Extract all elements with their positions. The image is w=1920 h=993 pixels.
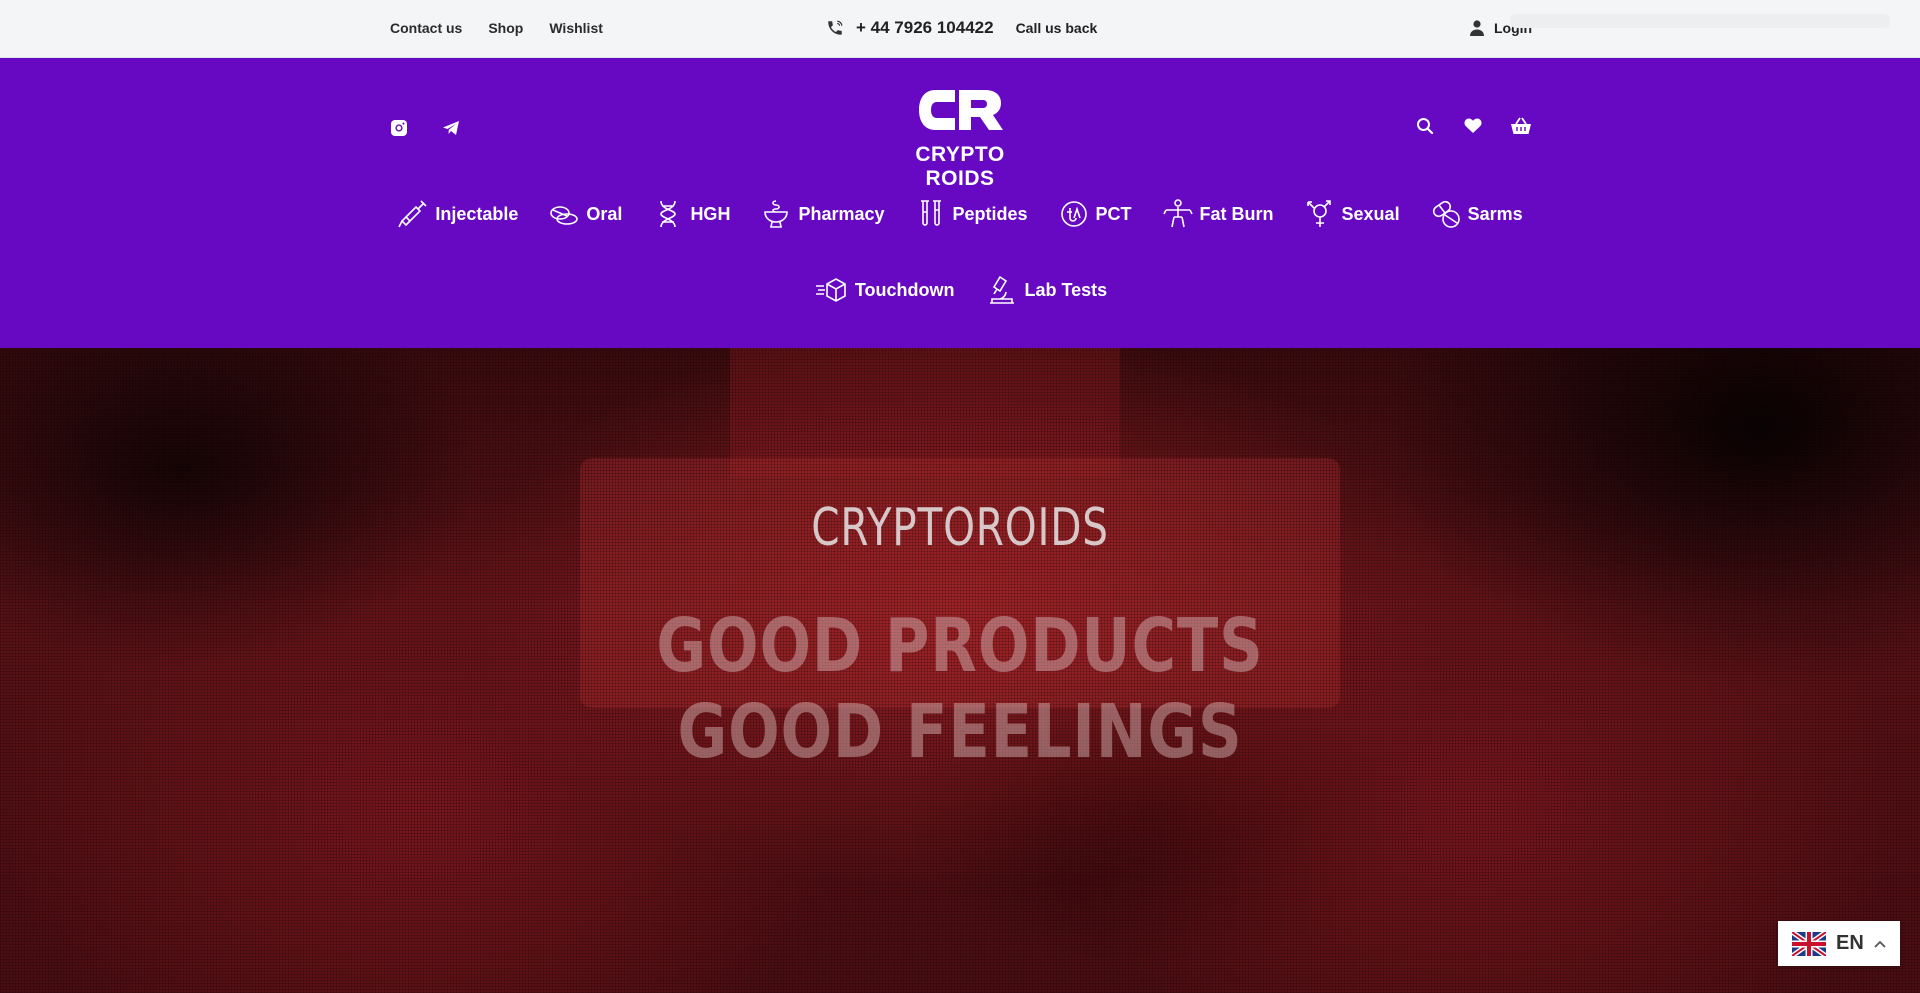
pills-icon: [550, 206, 579, 225]
nav-label: Injectable: [435, 203, 519, 224]
headline-line-2: GOOD FEELINGS: [677, 689, 1243, 775]
top-bar: Contact us Shop Wishlist + 44 7926 10442…: [0, 0, 1920, 58]
gender-icon: [1306, 200, 1331, 227]
logo-mark-icon: [919, 90, 1003, 130]
nav-item-touchdown[interactable]: Touchdown: [813, 274, 955, 306]
body-icon: [1162, 199, 1193, 228]
nav-label: Touchdown: [854, 279, 955, 300]
main-header: CRYPTO ROIDS Injectable Oral HGH Pharmac…: [0, 58, 1920, 348]
instagram-icon[interactable]: [389, 118, 409, 138]
nav-label: Pharmacy: [798, 203, 885, 224]
social-links: [389, 118, 461, 138]
phone-number[interactable]: + 44 7926 104422: [856, 18, 994, 38]
nav-label: HGH: [690, 203, 731, 224]
nav-label: Peptides: [952, 203, 1028, 224]
nav-label: Fat Burn: [1199, 203, 1274, 224]
nav-label: Sarms: [1467, 203, 1523, 224]
basket-icon[interactable]: [1511, 116, 1531, 136]
dna-icon: [660, 200, 677, 228]
nav-item-oral[interactable]: Oral: [548, 198, 622, 230]
pct-icon: [1060, 201, 1087, 227]
fast-box-icon: [815, 278, 846, 302]
category-nav: Injectable Oral HGH Pharmacy Peptides PC…: [0, 198, 1920, 230]
phone-icon: [828, 20, 843, 35]
hero-banner: CRYPTOROIDS GOOD PRODUCTS GOOD FEELINGS: [0, 348, 1920, 993]
shop-link[interactable]: Shop: [488, 20, 523, 36]
nav-item-injectable[interactable]: Injectable: [397, 198, 518, 230]
nav-item-peptides[interactable]: Peptides: [915, 198, 1028, 230]
placeholder-bar: [1510, 14, 1890, 28]
language-code: EN: [1836, 932, 1864, 954]
syringe-icon: [398, 200, 427, 228]
hero-headline: GOOD PRODUCTS GOOD FEELINGS: [173, 603, 1747, 775]
site-logo[interactable]: CRYPTO ROIDS: [880, 88, 1040, 191]
nav-item-lab-tests[interactable]: Lab Tests: [986, 274, 1107, 306]
user-icon: [1470, 20, 1484, 36]
chevron-up-icon: [1874, 940, 1886, 948]
category-nav-row-2: Touchdown Lab Tests: [0, 274, 1920, 306]
telegram-icon[interactable]: [441, 118, 461, 138]
header-actions: [1415, 116, 1531, 136]
nav-item-fat-burn[interactable]: Fat Burn: [1162, 198, 1274, 230]
language-switcher[interactable]: EN: [1778, 921, 1900, 966]
phone-block: + 44 7926 104422 Call us back: [826, 18, 1097, 38]
nav-item-pct[interactable]: PCT: [1058, 198, 1132, 230]
nav-label: Sexual: [1341, 203, 1400, 224]
pharmacy-icon: [764, 200, 789, 228]
search-icon[interactable]: [1415, 116, 1435, 136]
wishlist-link[interactable]: Wishlist: [549, 20, 603, 36]
nav-label: Oral: [586, 203, 623, 224]
headline-line-1: GOOD PRODUCTS: [656, 603, 1264, 689]
top-links: Contact us Shop Wishlist: [390, 20, 603, 36]
nav-item-sexual[interactable]: Sexual: [1304, 198, 1400, 230]
microscope-icon: [990, 275, 1015, 304]
hero-eyebrow: CRYPTOROIDS: [811, 498, 1109, 558]
test-tubes-icon: [920, 200, 941, 226]
call-us-back-link[interactable]: Call us back: [1016, 20, 1098, 36]
contact-us-link[interactable]: Contact us: [390, 20, 462, 36]
nav-label: PCT: [1095, 203, 1132, 224]
nav-item-hgh[interactable]: HGH: [652, 198, 730, 230]
nav-item-pharmacy[interactable]: Pharmacy: [760, 198, 885, 230]
nav-label: Lab Tests: [1024, 279, 1108, 300]
uk-flag-icon: [1792, 931, 1826, 956]
nav-item-sarms[interactable]: Sarms: [1430, 198, 1523, 230]
heart-icon[interactable]: [1463, 116, 1483, 136]
logo-text: CRYPTO ROIDS: [915, 143, 1005, 190]
capsules-icon: [1432, 200, 1460, 228]
